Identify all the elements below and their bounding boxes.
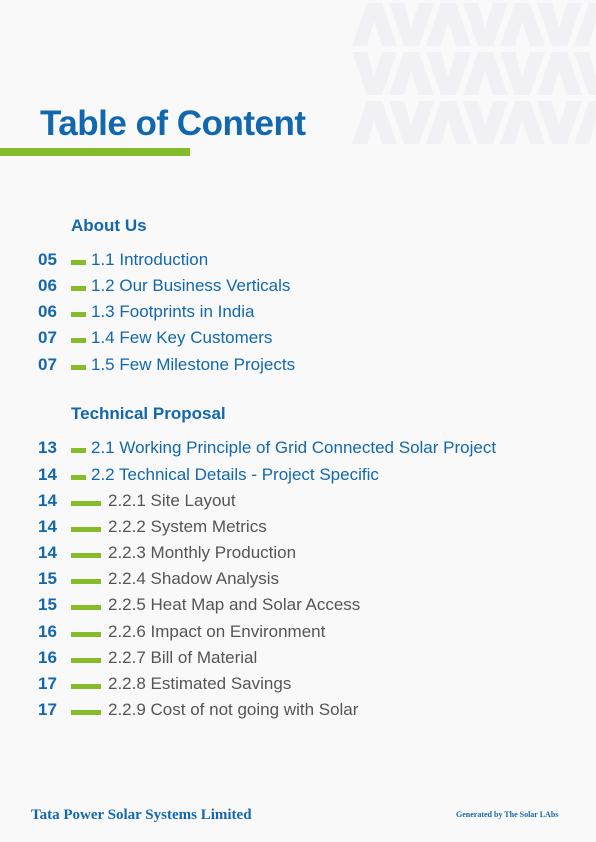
- footer-generated: Generated by The Solar LAbs: [456, 810, 559, 819]
- entry-label: 2.2.8 Estimated Savings: [108, 674, 292, 693]
- toc-entry[interactable]: 17 2.2.9 Cost of not going with Solar: [38, 699, 358, 721]
- page-number: 17: [38, 700, 57, 719]
- dash-icon: [71, 500, 101, 506]
- entry-label: 2.2.4 Shadow Analysis: [108, 569, 280, 588]
- toc-entry[interactable]: 14 2.2.3 Monthly Production: [38, 542, 296, 564]
- entry-label: 2.2.3 Monthly Production: [108, 543, 297, 562]
- title-underline: [0, 148, 190, 156]
- toc-page: Table of Content About Us 05 1.1 Introduct…: [0, 0, 596, 842]
- toc-entry[interactable]: 14 2.2 Technical Details - Project Specif…: [38, 464, 379, 486]
- toc-entry[interactable]: 05 1.1 Introduction: [38, 249, 208, 271]
- dash-icon: [71, 604, 101, 610]
- dash-icon: [71, 578, 101, 584]
- entry-label: 2.2.9 Cost of not going with Solar: [108, 700, 359, 719]
- toc-entry[interactable]: 14 2.2.1 Site Layout: [38, 490, 236, 512]
- section-heading: About Us: [71, 216, 147, 235]
- toc-entry[interactable]: 17 2.2.8 Estimated Savings: [38, 673, 291, 695]
- page-number: 07: [38, 328, 57, 347]
- entry-label: 1.4 Few Key Customers: [91, 328, 273, 347]
- page-number: 16: [38, 622, 57, 641]
- entry-label: 1.1 Introduction: [91, 250, 209, 269]
- page-number: 15: [38, 569, 57, 588]
- toc-entry[interactable]: 06 1.3 Footprints in India: [38, 301, 254, 323]
- entry-label: 2.2.7 Bill of Material: [108, 648, 258, 667]
- dash-icon: [71, 683, 101, 689]
- page-number: 14: [38, 465, 57, 484]
- entry-label: 1.2 Our Business Verticals: [91, 276, 291, 295]
- entry-label: 2.1 Working Principle of Grid Connected …: [91, 438, 497, 457]
- page-number: 06: [38, 276, 57, 295]
- page-number: 17: [38, 674, 57, 693]
- toc-entry[interactable]: 16 2.2.7 Bill of Material: [38, 647, 257, 669]
- toc-entry[interactable]: 15 2.2.4 Shadow Analysis: [38, 568, 279, 590]
- page-number: 15: [38, 595, 57, 614]
- toc-entry[interactable]: 16 2.2.6 Impact on Environment: [38, 621, 325, 643]
- dash-icon: [71, 631, 101, 637]
- entry-label: 2.2 Technical Details - Project Specific: [91, 465, 379, 484]
- entry-label: 2.2.1 Site Layout: [108, 491, 236, 510]
- toc-entry[interactable]: 15 2.2.5 Heat Map and Solar Access: [38, 594, 360, 616]
- footer-company: Tata Power Solar Systems Limited: [31, 807, 252, 823]
- page-number: 14: [38, 517, 57, 536]
- dash-icon: [71, 337, 86, 343]
- dash-icon: [71, 447, 86, 453]
- dash-icon: [71, 709, 101, 715]
- page-number: 14: [38, 491, 57, 510]
- dash-icon: [71, 526, 101, 532]
- page-title: Table of Content: [40, 104, 306, 143]
- toc-entry[interactable]: 14 2.2.2 System Metrics: [38, 516, 267, 538]
- dash-icon: [71, 259, 86, 265]
- watermark-pattern-icon: [352, 3, 596, 144]
- entry-label: 2.2.6 Impact on Environment: [108, 622, 326, 641]
- page-number: 16: [38, 648, 57, 667]
- dash-icon: [71, 364, 86, 370]
- dash-icon: [71, 552, 101, 558]
- dash-icon: [71, 285, 86, 291]
- entry-label: 2.2.2 System Metrics: [108, 517, 267, 536]
- entry-label: 2.2.5 Heat Map and Solar Access: [108, 595, 361, 614]
- toc-entry[interactable]: 06 1.2 Our Business Verticals: [38, 275, 290, 297]
- toc-entry[interactable]: 07 1.5 Few Milestone Projects: [38, 354, 295, 376]
- entry-label: 1.5 Few Milestone Projects: [91, 355, 296, 374]
- dash-icon: [71, 474, 86, 480]
- page-number: 05: [38, 250, 57, 269]
- entry-label: 1.3 Footprints in India: [91, 302, 255, 321]
- page-number: 07: [38, 355, 57, 374]
- dash-icon: [71, 657, 101, 663]
- toc-entry[interactable]: 13 2.1 Working Principle of Grid Connecte…: [38, 437, 496, 459]
- page-number: 06: [38, 302, 57, 321]
- section-heading: Technical Proposal: [71, 404, 226, 423]
- dash-icon: [71, 311, 86, 317]
- toc-entry[interactable]: 07 1.4 Few Key Customers: [38, 327, 272, 349]
- page-number: 13: [38, 438, 57, 457]
- page-number: 14: [38, 543, 57, 562]
